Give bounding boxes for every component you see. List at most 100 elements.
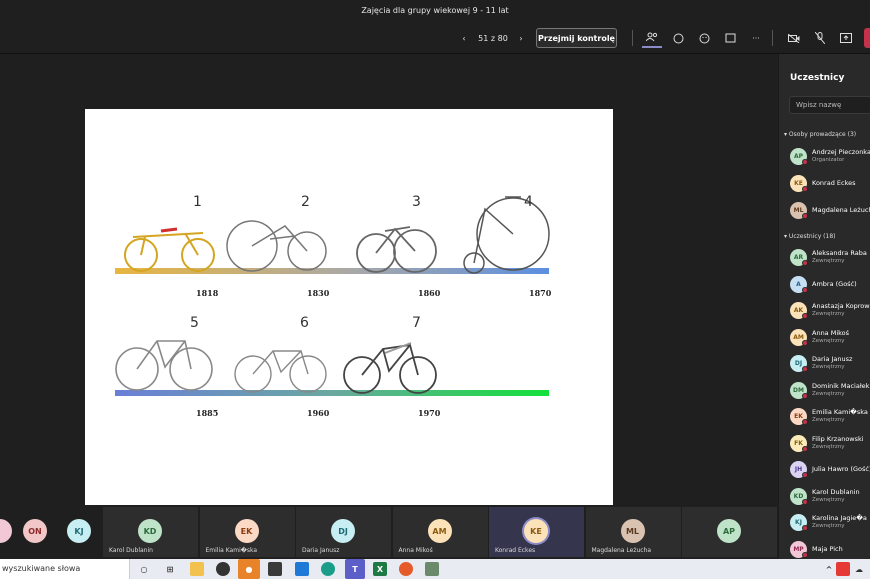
video-gallery: ON KJ KD Karol Dublanin EK Emilia Kami�ska DJ…: [0, 506, 778, 558]
participant-row[interactable]: AM Anna Mikoś Zewnętrzny: [790, 328, 870, 348]
attendees-section-header[interactable]: ▾ Uczestnicy (18): [784, 233, 835, 240]
year-label-1830: 1830: [307, 288, 330, 298]
participant-name: Julia Hawro (Gość): [812, 465, 870, 473]
presence-status-icon: [802, 472, 808, 478]
presence-status-icon: [802, 213, 808, 219]
participant-row[interactable]: KJ Karolina Jagie�a Zewnętrzny: [790, 513, 870, 533]
participant-name: Dominik Maciałek: [812, 381, 870, 390]
participant-name: Magdalena Leżuch: [812, 206, 870, 214]
leave-button[interactable]: [864, 28, 870, 48]
obs-icon[interactable]: [216, 562, 230, 576]
tile-name: Konrad Eckes: [495, 547, 536, 554]
microphone-off-icon[interactable]: [810, 28, 830, 48]
shared-content-stage: 1 2 3 4 5 6 7 1818 1830 1860 1870 1885 1…: [0, 54, 778, 506]
presenters-section-header[interactable]: ▾ Osoby prowadzące (3): [784, 131, 856, 138]
year-label-1960: 1960: [307, 408, 330, 418]
bicycle-6-drawing: [234, 350, 327, 393]
timeline-bar-bottom: [115, 390, 549, 396]
tile-name: Daria Janusz: [302, 547, 340, 554]
app-icon-2[interactable]: [425, 562, 439, 576]
bicycle-number-7: 7: [412, 315, 421, 331]
presence-status-icon: [802, 186, 808, 192]
presence-status-icon: [802, 366, 808, 372]
video-tile[interactable]: AM Anna Mikoś: [392, 507, 488, 557]
attendees-section-label: Uczestnicy (18): [788, 233, 836, 240]
avatar: AP: [717, 519, 741, 543]
more-options-icon[interactable]: ···: [746, 28, 766, 48]
participant-row[interactable]: JH Julia Hawro (Gość): [790, 460, 870, 480]
presenters-section-label: Osoby prowadzące (3): [788, 131, 857, 138]
take-control-button[interactable]: Przejmij kontrolę: [536, 28, 617, 48]
participant-role: Zewnętrzny: [812, 443, 845, 450]
participant-row[interactable]: AK Anastazja Koprow Zewnętrzny: [790, 301, 870, 321]
participant-row[interactable]: ML Magdalena Leżuch: [790, 201, 870, 221]
bicycle-number-2: 2: [301, 194, 310, 210]
share-screen-icon[interactable]: [836, 28, 856, 48]
tile-name: Anna Mikoś: [398, 547, 433, 554]
excel-icon[interactable]: X: [373, 562, 387, 576]
teams-icon[interactable]: T: [345, 559, 365, 579]
video-tile[interactable]: EK Emilia Kami�ska: [199, 507, 295, 557]
participants-icon[interactable]: [642, 28, 662, 48]
video-tile[interactable]: ML Magdalena Leżucha: [585, 507, 681, 557]
participant-row[interactable]: EK Emilia Kami�ska Zewnętrzny: [790, 407, 870, 427]
camera-off-icon[interactable]: [784, 28, 804, 48]
participant-row[interactable]: KE Konrad Eckes: [790, 174, 870, 194]
video-tile[interactable]: AP: [682, 507, 777, 557]
participant-row[interactable]: AR Aleksandra Raba Zewnętrzny: [790, 248, 870, 268]
participant-name: Karol Dublanin: [812, 487, 860, 496]
presentation-slide: 1 2 3 4 5 6 7 1818 1830 1860 1870 1885 1…: [85, 109, 613, 505]
participant-name: Daria Janusz: [812, 355, 853, 363]
participant-search-input[interactable]: Wpisz nazwę: [789, 96, 870, 114]
participant-role: Zewnętrzny: [812, 258, 845, 264]
presence-status-icon: [802, 498, 808, 505]
bicycle-number-5: 5: [190, 315, 199, 331]
participant-role: Zewnętrzny: [812, 417, 845, 423]
chat-icon[interactable]: [668, 28, 688, 48]
firefox-icon[interactable]: [399, 562, 413, 576]
vscode-icon[interactable]: [295, 562, 309, 576]
share-tray-icon[interactable]: [720, 28, 740, 48]
participant-name: Aleksandra Raba: [812, 249, 867, 257]
participant-row[interactable]: AP Andrzej Pieczonka Organizator: [790, 147, 870, 167]
video-tile[interactable]: DJ Daria Janusz: [296, 507, 391, 557]
tray-cloud-icon[interactable]: ☁: [852, 562, 866, 576]
participant-row[interactable]: DJ Daria Janusz Zewnętrzny: [790, 354, 870, 374]
file-explorer-icon[interactable]: [190, 562, 204, 576]
previous-slide-icon[interactable]: ‹: [456, 28, 472, 48]
participants-panel: Uczestnicy Wpisz nazwę ▾ Osoby prowadząc…: [778, 54, 870, 559]
video-tile[interactable]: KE Konrad Eckes: [489, 507, 584, 557]
avatar[interactable]: ON: [23, 519, 47, 543]
app-icon[interactable]: [268, 562, 282, 576]
avatar[interactable]: [0, 519, 12, 543]
bicycle-4-drawing: [463, 196, 550, 274]
video-tile[interactable]: KD Karol Dublanin: [103, 507, 198, 557]
avatar: ML: [620, 519, 645, 543]
participant-row[interactable]: DM Dominik Maciałek Zewnętrzny: [790, 381, 870, 401]
participant-role: Zewnętrzny: [812, 496, 845, 503]
tray-chevron-icon[interactable]: ^: [822, 562, 836, 576]
participant-row[interactable]: MP Maja Pich: [790, 540, 870, 560]
participant-row[interactable]: KD Karol Dublanin Zewnętrzny: [790, 487, 870, 507]
participant-role: Zewnętrzny: [812, 364, 845, 370]
bicycle-3-drawing: [356, 226, 437, 273]
presence-status-icon: [802, 419, 808, 425]
start-search-icon[interactable]: ○: [137, 562, 151, 576]
participant-role: Zewnętrzny: [812, 311, 845, 317]
presence-status-icon: [802, 286, 808, 293]
participant-role: Zewnętrzny: [812, 337, 845, 344]
edge-icon[interactable]: [321, 562, 335, 576]
avatar: DJ: [331, 519, 355, 543]
chrome-icon[interactable]: ●: [238, 559, 260, 579]
reactions-icon[interactable]: [694, 28, 714, 48]
next-slide-icon[interactable]: ›: [513, 28, 529, 48]
participant-row[interactable]: FK Filip Krzanowski Zewnętrzny: [790, 434, 870, 454]
avatar[interactable]: KJ: [67, 519, 91, 543]
bicycle-number-6: 6: [300, 315, 309, 331]
participant-name: Konrad Eckes: [812, 179, 856, 187]
year-label-1870: 1870: [529, 288, 552, 298]
task-view-icon[interactable]: ⊞: [163, 562, 177, 576]
tray-app-icon[interactable]: [836, 562, 850, 576]
taskbar-search-input[interactable]: wyszukiwane słowa: [0, 559, 130, 579]
participant-row[interactable]: A Ambra (Gość): [790, 275, 870, 295]
